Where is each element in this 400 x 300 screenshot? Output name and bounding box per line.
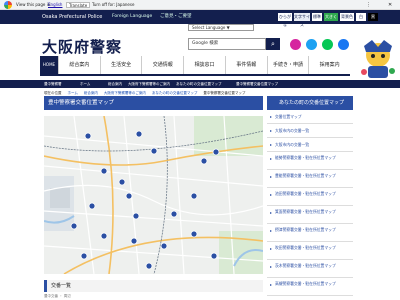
menu-item-0[interactable]: 総合案内	[58, 56, 100, 74]
map-view[interactable]	[44, 116, 263, 274]
map-pin-13[interactable]	[100, 232, 108, 240]
chip-6[interactable]: 黒	[368, 13, 378, 21]
map-pin-15[interactable]	[160, 242, 168, 250]
side-link-2[interactable]: 大阪市内の交番一覧	[267, 138, 353, 152]
map-pin-5[interactable]	[100, 167, 108, 175]
translate-bar: View this page in: English Translate Tur…	[0, 0, 400, 10]
police-name-link[interactable]: Osaka Prefectural Police	[42, 10, 102, 24]
map-pin-12[interactable]	[70, 222, 78, 230]
menu-item-2[interactable]: 交通情報	[141, 56, 183, 74]
foreign-language-link[interactable]: Foreign Language	[112, 10, 152, 24]
next-item-text: 豊中交番 ・ 周辺	[44, 294, 71, 298]
side-link-1[interactable]: 大阪市内の交番一覧	[267, 124, 353, 138]
site-logo[interactable]: 大阪府警察	[42, 36, 122, 57]
mascot-icon	[361, 40, 395, 78]
map-pin-3[interactable]	[200, 157, 208, 165]
map-pin-7[interactable]	[125, 192, 133, 200]
map-pin-9[interactable]	[132, 212, 140, 220]
crumb-0: 現在の位置	[44, 91, 62, 95]
menu-item-3[interactable]: 相談窓口	[183, 56, 225, 74]
breadcrumb-bar: 豊中警察署 ホーム 総合案内 大阪府下警察署等のご案内 あなたの町の交番位置マップ 豊中警…	[0, 80, 400, 88]
map-pin-14[interactable]	[130, 237, 138, 245]
chip-1[interactable]: 文字サイズ	[294, 13, 310, 27]
breadcrumb-bar-item-3[interactable]: 大阪府下警察署等のご案内	[128, 80, 170, 88]
breadcrumb-bar-item-4[interactable]: あなたの町の交番位置マップ	[176, 80, 222, 88]
magnifier-icon: ⌕	[271, 40, 275, 48]
crumb-2[interactable]: 総合案内	[84, 91, 98, 95]
select-language-dropdown[interactable]: Select Language ▼	[188, 24, 254, 31]
breadcrumb-bar-item-5: 豊中警察署交番位置マップ	[236, 82, 278, 86]
crumb-1[interactable]: ホーム	[68, 91, 78, 95]
instagram-icon[interactable]	[290, 39, 301, 50]
line-icon[interactable]	[322, 39, 333, 50]
section-heading: 交番一覧	[44, 280, 263, 292]
side-link-9[interactable]: 茨木警察署交番・駐在所位置マップ	[267, 260, 353, 278]
chip-3[interactable]: 大きく	[324, 13, 338, 21]
facebook-icon[interactable]	[338, 39, 349, 50]
side-link-3[interactable]: 能勢警察署交番・駐在所位置マップ	[267, 152, 353, 170]
map-pin-1[interactable]	[135, 130, 143, 138]
chip-0[interactable]: ひらがな	[278, 13, 292, 27]
menu-home[interactable]: HOME	[40, 56, 58, 74]
map-pin-19[interactable]	[80, 252, 88, 260]
feedback-link[interactable]: ご意見・ご要望	[160, 10, 192, 24]
side-link-7[interactable]: 摂津警察署交番・駐在所位置マップ	[267, 224, 353, 242]
search-input[interactable]: Google 検索	[188, 38, 266, 50]
side-link-0[interactable]: 交番位置マップ	[267, 110, 353, 124]
menu-item-6[interactable]: 採用案内	[308, 56, 350, 74]
map-pin-11[interactable]	[190, 192, 198, 200]
map-pin-6[interactable]	[118, 178, 126, 186]
map-pin-8[interactable]	[88, 202, 96, 210]
breadcrumb-bar-item-2[interactable]: 総合案内	[108, 80, 122, 88]
turn-off-link[interactable]: Turn off for: Japanese	[92, 0, 134, 10]
breadcrumb-bar-item-1[interactable]: ホーム	[80, 80, 90, 88]
chip-2[interactable]: 標準	[312, 13, 322, 21]
side-link-10[interactable]: 高槻警察署交番・駐在所位置マップ	[267, 278, 353, 296]
crumb-4[interactable]: あなたの町の交番位置マップ	[152, 91, 198, 95]
chip-4[interactable]: 背景色	[340, 13, 354, 21]
map-pin-16[interactable]	[190, 230, 198, 238]
map-pin-2[interactable]	[150, 147, 158, 155]
map-pin-0[interactable]	[84, 132, 92, 140]
google-logo-icon	[4, 1, 12, 9]
map-pin-10[interactable]	[170, 210, 178, 218]
side-link-6[interactable]: 箕面警察署交番・駐在所位置マップ	[267, 206, 353, 224]
crumb-3[interactable]: 大阪府下警察署等のご案内	[104, 91, 146, 95]
side-nav-heading: あなたの町の交番位置マップ	[267, 96, 353, 110]
top-nav-bar: Osaka Prefectural Police Foreign Languag…	[0, 10, 400, 27]
language-select[interactable]: English	[48, 0, 62, 10]
options-icon[interactable]: ⋮	[366, 0, 371, 10]
menu-item-4[interactable]: 事件情報	[224, 56, 267, 74]
crumb-5: 豊中警察署交番位置マップ	[203, 91, 246, 95]
page-title: 豊中警察署交番位置マップ	[44, 96, 263, 110]
breadcrumb-bar-item-0[interactable]: 豊中警察署	[44, 80, 62, 88]
search-button[interactable]: ⌕	[266, 38, 280, 50]
chip-5[interactable]: 白	[356, 13, 366, 21]
side-link-4[interactable]: 豊能警察署交番・駐在所位置マップ	[267, 170, 353, 188]
close-icon[interactable]: ✕	[388, 0, 392, 10]
main-menu: HOME 総合案内 生活安全 交通情報 相談窓口 事件情報 手続き・申請 採用案内	[40, 56, 350, 76]
translate-button[interactable]: Translate	[66, 2, 91, 8]
menu-item-5[interactable]: 手続き・申請	[266, 56, 309, 74]
map-pin-4[interactable]	[212, 148, 220, 156]
twitter-icon[interactable]	[306, 39, 317, 50]
side-link-5[interactable]: 池田警察署交番・駐在所位置マップ	[267, 188, 353, 206]
map-pin-18[interactable]	[210, 252, 218, 260]
map-pin-17[interactable]	[145, 262, 153, 270]
side-nav: あなたの町の交番位置マップ 交番位置マップ 大阪市内の交番一覧 大阪市内の交番一覧能…	[267, 96, 353, 300]
view-page-text: View this page in:	[16, 2, 52, 7]
menu-item-1[interactable]: 生活安全	[99, 56, 142, 74]
side-link-8[interactable]: 吹田警察署交番・駐在所位置マップ	[267, 242, 353, 260]
